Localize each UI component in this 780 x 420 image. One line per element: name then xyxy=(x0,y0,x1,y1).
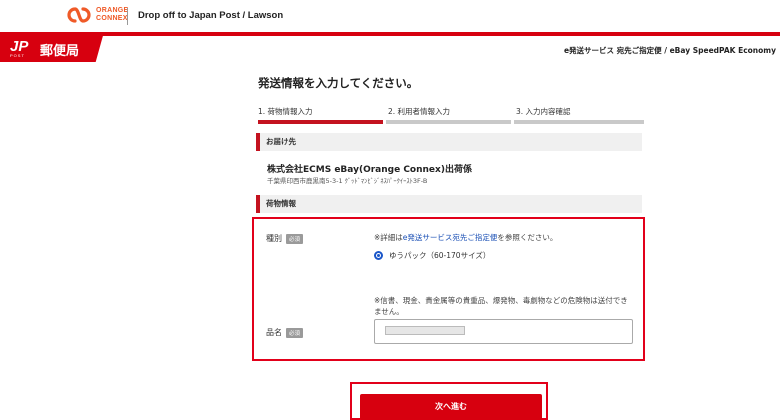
orange-connex-logo-icon xyxy=(67,7,91,23)
orange-connex-logo[interactable]: ORANGE CONNEX xyxy=(66,6,129,24)
step-2-label: 2. 利用者情報入力 xyxy=(388,107,451,116)
item-name-redacted-value xyxy=(385,326,465,335)
required-badge: 必須 xyxy=(286,233,304,244)
step-2-bar xyxy=(386,120,511,124)
step-1-label: 1. 荷物情報入力 xyxy=(258,107,313,116)
package-section-heading: 荷物情報 xyxy=(256,195,642,213)
type-option-yupack[interactable]: ゆうパック（60-170サイズ） xyxy=(374,250,490,261)
recipient-name: 株式会社ECMS eBay(Orange Connex)出荷係 xyxy=(267,165,472,175)
type-label-row: 種別 必須 xyxy=(266,233,304,244)
japan-post-mark-icon: JP xyxy=(10,38,34,55)
type-note-prefix: ※詳細は xyxy=(374,233,403,242)
top-bar: ORANGE CONNEX Drop off to Japan Post / L… xyxy=(0,0,780,32)
type-note: ※詳細はe発送サービス宛先ご指定便を参照ください。 xyxy=(374,232,557,243)
warning-line2: ません。 xyxy=(374,307,404,316)
type-note-suffix: を参照ください。 xyxy=(497,233,558,242)
recipient-section-heading: お届け先 xyxy=(256,133,642,151)
next-button[interactable]: 次へ進む xyxy=(360,394,542,420)
recipient-address: 千葉県印西市鹿黒南5-3-1 ｸﾞｯﾄﾞﾏﾝﾋﾞｼﾞﾈｽﾊﾟｰｸｲｰｽﾄ3F-B xyxy=(267,177,428,185)
dangerous-goods-warning: ※信書、現金、貴金属等の貴重品、爆発物、毒劇物などの危険物は送付でき ません。 xyxy=(374,295,642,317)
brand-line1: ORANGE xyxy=(96,7,129,14)
japan-post-label: POST xyxy=(10,53,25,58)
item-label-row: 品名 必須 xyxy=(266,327,304,338)
page-title: 発送情報を入力してください。 xyxy=(258,76,419,90)
warning-line1: ※信書、現金、貴金属等の貴重品、爆発物、毒劇物などの危険物は送付でき xyxy=(374,296,628,305)
header-divider xyxy=(127,8,128,25)
step-3-bar xyxy=(514,120,644,124)
item-name-input[interactable] xyxy=(374,319,633,344)
item-label: 品名 xyxy=(266,328,282,337)
brand-line2: CONNEX xyxy=(96,15,128,22)
radio-selected-icon[interactable] xyxy=(374,251,383,260)
service-label: e発送サービス 宛先ご指定便 / eBay SpeedPAK Economy xyxy=(563,46,776,55)
svg-text:JP: JP xyxy=(10,38,29,54)
step-1-bar xyxy=(258,120,383,124)
japan-post-name: 郵便局 xyxy=(40,44,80,59)
step-progress: 1. 荷物情報入力 2. 利用者情報入力 3. 入力内容確認 xyxy=(258,106,646,126)
type-label: 種別 xyxy=(266,234,282,243)
orange-connex-wordmark: ORANGE CONNEX xyxy=(96,7,129,23)
step-3-label: 3. 入力内容確認 xyxy=(516,107,571,116)
item-required-badge: 必須 xyxy=(286,327,304,338)
type-option-label: ゆうパック（60-170サイズ） xyxy=(389,251,491,260)
jp-icon: JP xyxy=(10,38,29,55)
service-details-link[interactable]: e発送サービス宛先ご指定便 xyxy=(403,233,498,242)
header-title: Drop off to Japan Post / Lawson xyxy=(138,10,284,21)
